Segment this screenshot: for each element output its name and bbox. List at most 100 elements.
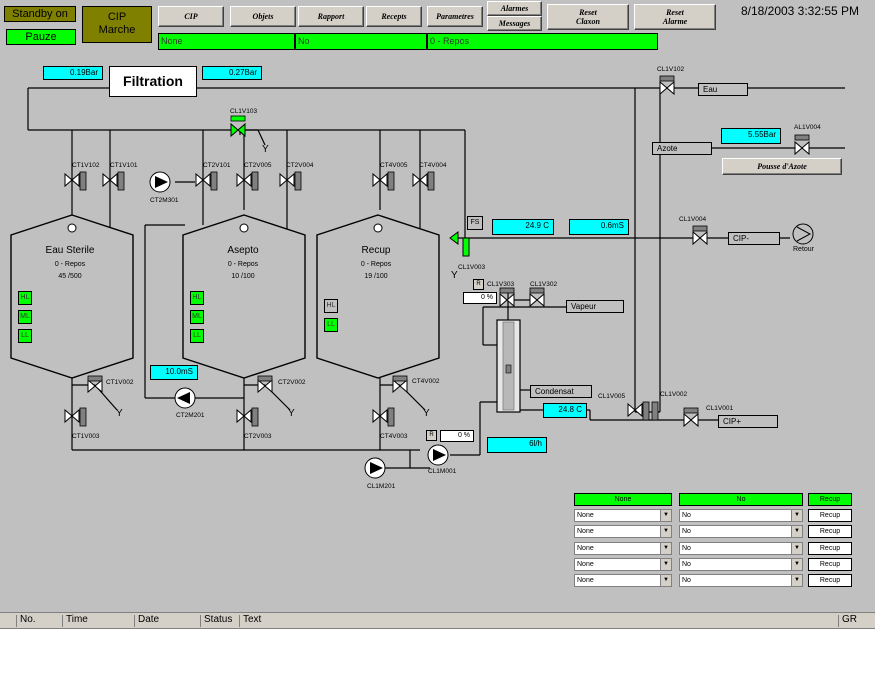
tank-eau-sterile-state: 0 - Repos	[54, 261, 86, 268]
alarm-col-gr[interactable]: GR	[842, 613, 857, 627]
tag-ct4v005: CT4V005	[380, 162, 408, 169]
tag-ct4v002: CT4V002	[412, 378, 440, 385]
tag-ct2v003: CT2V003	[244, 433, 272, 440]
conductivity-bottom-value: 10.0mS	[150, 365, 198, 380]
tag-ct1v003: CT1V003	[72, 433, 100, 440]
column-divider	[62, 615, 63, 627]
tank-recup-name: Recup	[361, 245, 391, 256]
alarm-col-date[interactable]: Date	[138, 613, 159, 627]
recipe-select-b-value: No	[682, 561, 691, 568]
tag-cl1v005: CL1V005	[598, 393, 626, 400]
recipe-select-b-value: No	[682, 512, 691, 519]
alarm-col-text[interactable]: Text	[243, 613, 261, 627]
tag-cl1v003: CL1V003	[458, 264, 486, 271]
recup-button[interactable]: Recup	[808, 509, 852, 522]
temperature-top-value: 24.9 C	[492, 219, 554, 235]
chevron-down-icon[interactable]: ▼	[660, 526, 671, 537]
temperature-hx-value: 24.8 C	[543, 403, 587, 418]
recipe-select-a[interactable]: None ▼	[574, 542, 672, 555]
filtration-title: Filtration	[109, 66, 197, 97]
tank-asepto-name: Asepto	[227, 245, 259, 256]
tag-ct1v101: CT1V101	[110, 162, 138, 169]
tag-cl1m201: CL1M201	[367, 483, 396, 490]
y-label: Y	[116, 408, 123, 419]
tag-cl1v002: CL1V002	[660, 391, 688, 398]
tank-recup-level: 19 /100	[364, 273, 388, 280]
tag-ct2v101: CT2V101	[203, 162, 231, 169]
column-divider	[16, 615, 17, 627]
alarm-col-time[interactable]: Time	[66, 613, 88, 627]
tag-ct1v102: CT1V102	[72, 162, 100, 169]
recup-button[interactable]: Recup	[808, 574, 852, 587]
recipe-select-b[interactable]: No ▼	[679, 525, 803, 538]
chevron-down-icon[interactable]: ▼	[660, 510, 671, 521]
recipe-select-a-value: None	[577, 545, 594, 552]
chevron-down-icon[interactable]: ▼	[791, 575, 802, 586]
recipe-select-b-value: No	[682, 545, 691, 552]
tank-asepto-level: 10 /100	[231, 273, 255, 280]
column-divider	[838, 615, 839, 627]
recup-button[interactable]: Recup	[808, 525, 852, 538]
tag-cl1m001: CL1M001	[428, 468, 457, 475]
column-divider	[200, 615, 201, 627]
flow-value: 6l/h	[487, 437, 547, 453]
cip-minus-line-label: CIP-	[728, 232, 780, 245]
chevron-down-icon[interactable]: ▼	[791, 526, 802, 537]
chevron-down-icon[interactable]: ▼	[791, 559, 802, 570]
chevron-down-icon[interactable]: ▼	[660, 543, 671, 554]
column-divider	[239, 615, 240, 627]
tag-ct4v003: CT4V003	[380, 433, 408, 440]
recipe-select-a[interactable]: None ▼	[574, 574, 672, 587]
condensat-line-label: Condensat	[530, 385, 592, 398]
cip-plus-line-label: CIP+	[718, 415, 778, 428]
valve-open-2-value[interactable]: 0 %	[440, 430, 474, 442]
tag-cl1v001: CL1V001	[706, 405, 734, 412]
tag-ct2m301: CT2M301	[150, 197, 179, 204]
recipe-select-a[interactable]: None ▼	[574, 509, 672, 522]
alarm-table-header: No. Time Date Status Text GR	[0, 613, 875, 629]
r-indicator-1[interactable]: R	[473, 279, 484, 290]
chevron-down-icon[interactable]: ▼	[660, 575, 671, 586]
recipe-select-b-value: No	[682, 577, 691, 584]
tag-ct2v002: CT2V002	[278, 379, 306, 386]
level-ll-indicator: LL	[18, 329, 32, 343]
level-ml-indicator: ML	[190, 310, 204, 324]
recipe-select-a-value: None	[577, 528, 594, 535]
chevron-down-icon[interactable]: ▼	[791, 510, 802, 521]
alarm-table[interactable]: No. Time Date Status Text GR	[0, 612, 875, 700]
recipe-select-b[interactable]: No ▼	[679, 509, 803, 522]
recipe-select-a[interactable]: None ▼	[574, 558, 672, 571]
level-ll-indicator: LL	[324, 318, 338, 332]
recipe-select-a-value: None	[577, 577, 594, 584]
level-hl-indicator: HL	[190, 291, 204, 305]
tag-ct2v005: CT2V005	[244, 162, 272, 169]
recipe-select-b[interactable]: No ▼	[679, 542, 803, 555]
recipe-select-b[interactable]: No ▼	[679, 558, 803, 571]
recup-button[interactable]: Recup	[808, 558, 852, 571]
tag-al1v004: AL1V004	[794, 124, 821, 131]
tag-ct2v004: CT2V004	[286, 162, 314, 169]
recipe-select-b[interactable]: No ▼	[679, 574, 803, 587]
recipe-select-a[interactable]: None ▼	[574, 525, 672, 538]
r-indicator-2[interactable]: R	[426, 430, 437, 441]
recipe-col3-header[interactable]: Recup	[808, 493, 852, 506]
tag-cl1v103: CL1V103	[230, 108, 258, 115]
valve-open-1-value[interactable]: 0 %	[463, 292, 497, 304]
tank-recup-state: 0 - Repos	[360, 261, 392, 268]
alarm-col-status[interactable]: Status	[204, 613, 232, 627]
y-label: Y	[423, 408, 430, 419]
chevron-down-icon[interactable]: ▼	[791, 543, 802, 554]
column-divider	[134, 615, 135, 627]
azote-pressure-value: 5.55Bar	[721, 128, 781, 144]
pousse-azote-button[interactable]: Pousse d'Azote	[722, 158, 842, 175]
tank-recup-shape	[316, 214, 440, 379]
recipe-select-a-value: None	[577, 512, 594, 519]
vapeur-line-label: Vapeur	[566, 300, 624, 313]
y-label: Y	[288, 408, 295, 419]
chevron-down-icon[interactable]: ▼	[660, 559, 671, 570]
tag-cl1v102: CL1V102	[657, 66, 685, 73]
tank-asepto-state: 0 - Repos	[227, 261, 259, 268]
recup-button[interactable]: Recup	[808, 542, 852, 555]
tag-cl1v302: CL1V302	[530, 281, 558, 288]
alarm-col-no[interactable]: No.	[20, 613, 36, 627]
